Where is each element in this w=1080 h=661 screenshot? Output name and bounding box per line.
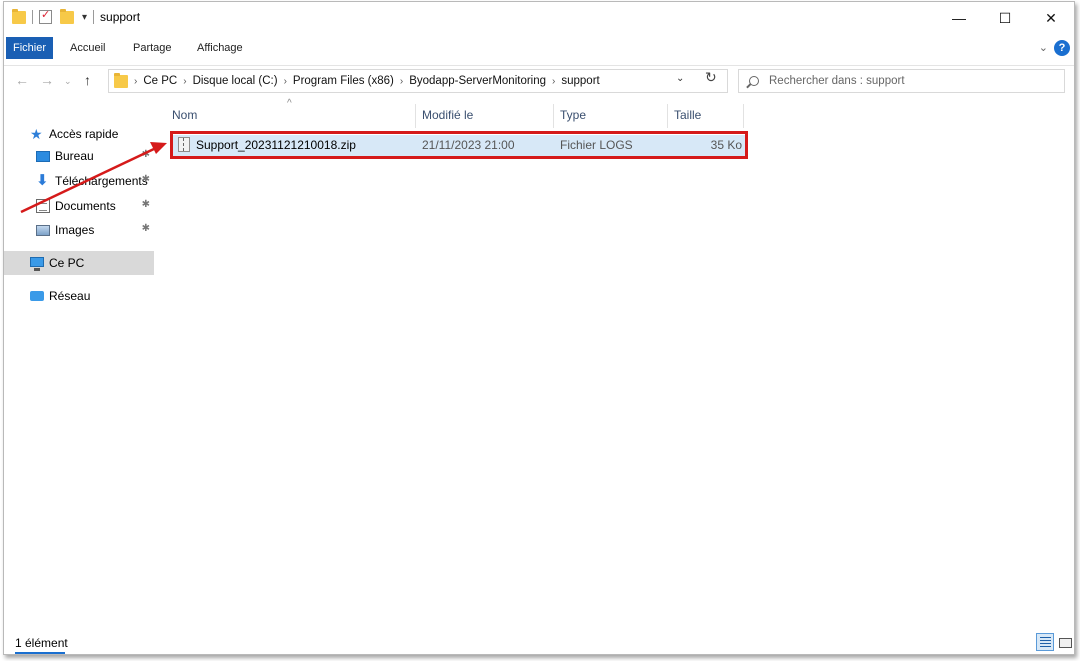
status-underline xyxy=(15,652,65,654)
item-count: 1 élément xyxy=(15,636,68,650)
expand-ribbon-icon[interactable]: ⌄ xyxy=(1039,41,1048,54)
download-icon: ⬇ xyxy=(36,172,49,189)
sort-ascending-icon: ^ xyxy=(287,98,292,109)
chevron-right-icon[interactable]: › xyxy=(400,76,403,87)
chevron-right-icon[interactable]: › xyxy=(552,76,555,87)
nav-item-ce-pc[interactable]: Ce PC xyxy=(4,251,154,275)
column-header-taille[interactable]: Taille xyxy=(674,108,701,122)
new-folder-icon[interactable] xyxy=(60,8,74,24)
chevron-right-icon[interactable]: › xyxy=(134,76,137,87)
refresh-icon[interactable]: ↻ xyxy=(705,69,717,86)
breadcrumb-ce-pc[interactable]: Ce PC xyxy=(143,75,177,87)
divider xyxy=(93,10,95,24)
breadcrumb-support[interactable]: support xyxy=(561,75,599,87)
column-divider[interactable] xyxy=(415,104,416,128)
status-bar: 1 élément xyxy=(4,632,1074,654)
ribbon-tabs: Fichier Accueil Partage Affichage ⌄ ? xyxy=(4,37,1074,61)
desktop-icon xyxy=(36,150,50,162)
documents-icon xyxy=(36,199,50,213)
close-button[interactable]: ✕ xyxy=(1028,2,1074,34)
address-bar[interactable]: › Ce PC › Disque local (C:) › Program Fi… xyxy=(108,69,728,93)
back-icon[interactable]: ← xyxy=(15,72,29,88)
nav-label: Documents xyxy=(55,199,116,213)
column-divider[interactable] xyxy=(743,104,744,128)
up-icon[interactable]: ↑ xyxy=(84,72,91,88)
nav-item-acces-rapide[interactable]: ★ Accès rapide xyxy=(4,122,154,146)
pin-icon: ✱ xyxy=(141,199,150,210)
column-divider[interactable] xyxy=(553,104,554,128)
chevron-right-icon[interactable]: › xyxy=(183,76,186,87)
nav-item-telechargements[interactable]: ⬇ Téléchargements ✱ xyxy=(4,169,154,193)
search-input[interactable]: Rechercher dans : support xyxy=(738,69,1065,93)
details-view-icon[interactable] xyxy=(1036,633,1054,651)
pin-icon: ✱ xyxy=(141,149,150,160)
nav-item-reseau[interactable]: Réseau xyxy=(4,284,154,308)
star-icon: ★ xyxy=(30,126,43,142)
quick-access-toolbar: ▾ support xyxy=(12,8,141,24)
pin-icon: ✱ xyxy=(141,223,150,234)
explorer-window: ▾ support — ☐ ✕ Fichier Accueil Partage … xyxy=(3,1,1075,655)
forward-icon[interactable]: → xyxy=(40,72,54,88)
search-icon xyxy=(749,76,759,86)
tab-partage[interactable]: Partage xyxy=(133,37,172,59)
search-placeholder: Rechercher dans : support xyxy=(769,75,905,87)
address-history-icon[interactable]: ⌄ xyxy=(676,73,684,84)
computer-icon xyxy=(30,256,44,271)
tab-accueil[interactable]: Accueil xyxy=(70,37,105,59)
breadcrumb-program-files[interactable]: Program Files (x86) xyxy=(293,75,394,87)
folder-icon xyxy=(114,72,128,88)
folder-icon xyxy=(12,8,26,24)
address-row: ← → ⌄ ↑ › Ce PC › Disque local (C:) › Pr… xyxy=(4,65,1074,95)
recent-locations-icon[interactable]: ⌄ xyxy=(64,76,72,87)
navigation-pane: ★ Accès rapide Bureau ✱ ⬇ Téléchargement… xyxy=(4,102,156,622)
maximize-button[interactable]: ☐ xyxy=(982,2,1028,34)
nav-label: Accès rapide xyxy=(49,127,119,141)
nav-item-documents[interactable]: Documents ✱ xyxy=(4,194,154,218)
window-title: support xyxy=(100,10,141,24)
nav-label: Bureau xyxy=(55,149,94,163)
nav-item-images[interactable]: Images ✱ xyxy=(4,218,154,242)
pin-icon: ✱ xyxy=(141,174,150,185)
column-divider[interactable] xyxy=(667,104,668,128)
nav-item-bureau[interactable]: Bureau ✱ xyxy=(4,144,154,168)
column-header-nom[interactable]: Nom xyxy=(172,108,197,122)
pictures-icon xyxy=(36,224,50,236)
annotation-highlight-box xyxy=(170,131,748,159)
network-icon xyxy=(30,291,44,301)
help-icon[interactable]: ? xyxy=(1054,40,1070,56)
column-header-modifie[interactable]: Modifié le xyxy=(422,108,473,122)
chevron-right-icon[interactable]: › xyxy=(284,76,287,87)
breadcrumb-byodapp[interactable]: Byodapp-ServerMonitoring xyxy=(409,75,546,87)
tab-affichage[interactable]: Affichage xyxy=(197,37,243,59)
nav-label: Images xyxy=(55,223,95,237)
customize-toolbar-icon[interactable]: ▾ xyxy=(82,12,87,23)
column-header-type[interactable]: Type xyxy=(560,108,586,122)
large-icons-view-icon[interactable] xyxy=(1055,633,1073,651)
properties-icon[interactable] xyxy=(39,8,52,24)
tab-fichier[interactable]: Fichier xyxy=(6,37,54,59)
divider xyxy=(32,10,33,24)
nav-label: Ce PC xyxy=(49,256,85,270)
annotation-arrow xyxy=(20,142,167,214)
title-bar: ▾ support — ☐ ✕ xyxy=(4,2,1074,36)
nav-label: Téléchargements xyxy=(55,174,148,188)
breadcrumb-disque-local[interactable]: Disque local (C:) xyxy=(193,75,278,87)
nav-label: Réseau xyxy=(49,289,91,303)
minimize-button[interactable]: — xyxy=(936,2,982,34)
